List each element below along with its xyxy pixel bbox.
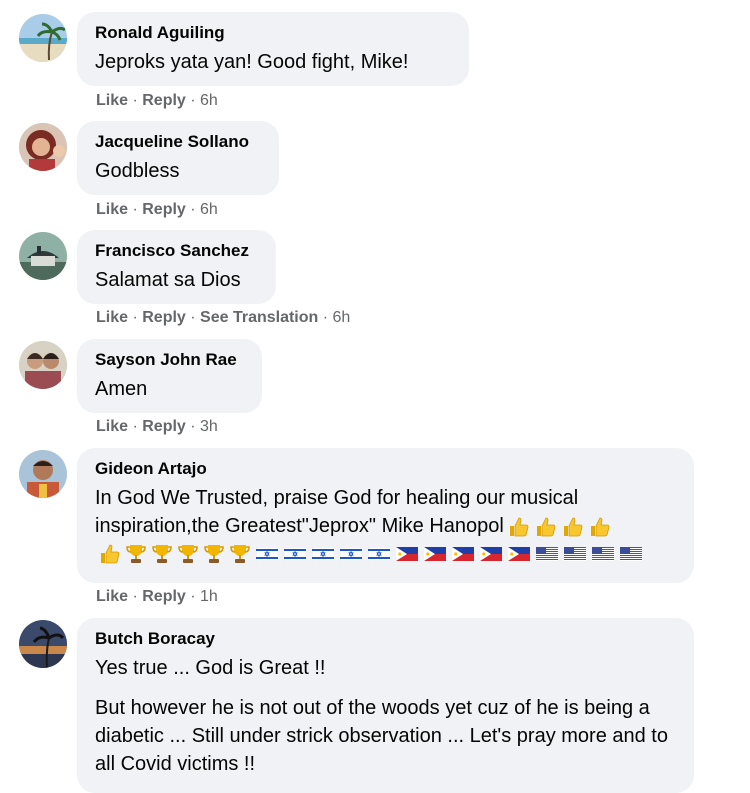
avatar[interactable] <box>19 232 67 280</box>
israel-flag-icon <box>284 547 306 561</box>
reply-button[interactable]: Reply <box>142 201 186 218</box>
israel-flag-icon <box>340 547 362 561</box>
comment-timestamp[interactable]: 6h <box>200 92 218 109</box>
philippines-flag-icon <box>508 547 530 561</box>
thumbs-up-icon <box>590 517 610 537</box>
like-button[interactable]: Like <box>96 309 128 326</box>
reply-button[interactable]: Reply <box>142 92 186 109</box>
us-flag-icon <box>620 547 642 561</box>
comment-text: Salamat sa Dios <box>95 269 241 291</box>
comment-bubble: Jacqueline Sollano Godbless <box>77 121 279 195</box>
comment-text: In God We Trusted, praise God for healin… <box>95 484 676 566</box>
comment-paragraph: Yes true ... God is Great !! <box>95 657 326 679</box>
thumbs-up-icon <box>101 544 120 564</box>
comment-timestamp[interactable]: 3h <box>200 418 218 435</box>
reply-button[interactable]: Reply <box>142 418 186 435</box>
avatar-person-icon <box>19 450 67 498</box>
see-translation-link[interactable]: See Translation <box>200 309 318 326</box>
avatar[interactable] <box>19 14 67 62</box>
israel-flag-icon <box>312 547 334 561</box>
trophy-icon <box>126 545 146 563</box>
philippines-flag-icon <box>452 547 474 561</box>
comment-text: Yes true ... God is Great !! But however… <box>95 654 676 778</box>
avatar[interactable] <box>19 450 67 498</box>
comment-author[interactable]: Jacqueline Sollano <box>95 131 261 153</box>
philippines-flag-icon <box>480 547 502 561</box>
trophy-icon <box>230 545 250 563</box>
philippines-flag-icon <box>396 547 418 561</box>
emoji-row <box>95 542 676 566</box>
avatar-person-icon <box>19 123 67 171</box>
israel-flag-icon <box>256 547 278 561</box>
comment-text-line: In God We Trusted, praise God for healin… <box>95 487 579 509</box>
us-flag-icon <box>536 547 558 561</box>
avatar[interactable] <box>19 123 67 171</box>
philippines-flag-icon <box>424 547 446 561</box>
comment-text: Godbless <box>95 160 180 182</box>
comment-bubble: Sayson John Rae Amen <box>77 339 262 413</box>
comment-text: Amen <box>95 378 148 400</box>
avatar-couple-icon <box>19 341 67 389</box>
comment-actions: Like · Reply · 6h <box>96 201 218 218</box>
thumbs-up-icon <box>509 517 529 537</box>
avatar-beach-icon <box>19 14 67 62</box>
trophy-icon <box>152 545 172 563</box>
comment-timestamp[interactable]: 1h <box>200 588 218 605</box>
comment-author[interactable]: Sayson John Rae <box>95 349 244 371</box>
reply-button[interactable]: Reply <box>142 588 186 605</box>
thumbs-up-icon <box>536 517 556 537</box>
comment-actions: Like · Reply · 6h <box>96 92 218 109</box>
comment-bubble: Ronald Aguiling Jeproks yata yan! Good f… <box>77 12 469 86</box>
comment-author[interactable]: Francisco Sanchez <box>95 240 258 262</box>
comment-author[interactable]: Ronald Aguiling <box>95 22 451 44</box>
us-flag-icon <box>564 547 586 561</box>
comment-text: Jeproks yata yan! Good fight, Mike! <box>95 51 409 73</box>
comment-author[interactable]: Butch Boracay <box>95 628 676 650</box>
comment-actions: Like · Reply · 1h <box>96 588 218 605</box>
comment-author[interactable]: Gideon Artajo <box>95 458 676 480</box>
trophy-icon <box>204 545 224 563</box>
us-flag-icon <box>592 547 614 561</box>
avatar-landscape-icon <box>19 232 67 280</box>
comment-bubble: Francisco Sanchez Salamat sa Dios <box>77 230 276 304</box>
trophy-icon <box>178 545 198 563</box>
comment-bubble: Gideon Artajo In God We Trusted, praise … <box>77 448 694 583</box>
like-button[interactable]: Like <box>96 588 128 605</box>
avatar[interactable] <box>19 341 67 389</box>
reply-button[interactable]: Reply <box>142 309 186 326</box>
like-button[interactable]: Like <box>96 201 128 218</box>
avatar[interactable] <box>19 620 67 668</box>
like-button[interactable]: Like <box>96 418 128 435</box>
comment-timestamp[interactable]: 6h <box>200 201 218 218</box>
comment-text-line: inspiration,the Greatest"Jeprox" Mike Ha… <box>95 515 504 537</box>
comment-actions: Like · Reply · See Translation · 6h <box>96 309 351 326</box>
comment-actions: Like · Reply · 3h <box>96 418 218 435</box>
comment-timestamp[interactable]: 6h <box>333 309 351 326</box>
comment-bubble: Butch Boracay Yes true ... God is Great … <box>77 618 694 793</box>
thumbs-up-icon <box>563 517 583 537</box>
like-button[interactable]: Like <box>96 92 128 109</box>
avatar-sunset-palm-icon <box>19 620 67 668</box>
israel-flag-icon <box>368 547 390 561</box>
comment-paragraph: But however he is not out of the woods y… <box>95 697 668 775</box>
